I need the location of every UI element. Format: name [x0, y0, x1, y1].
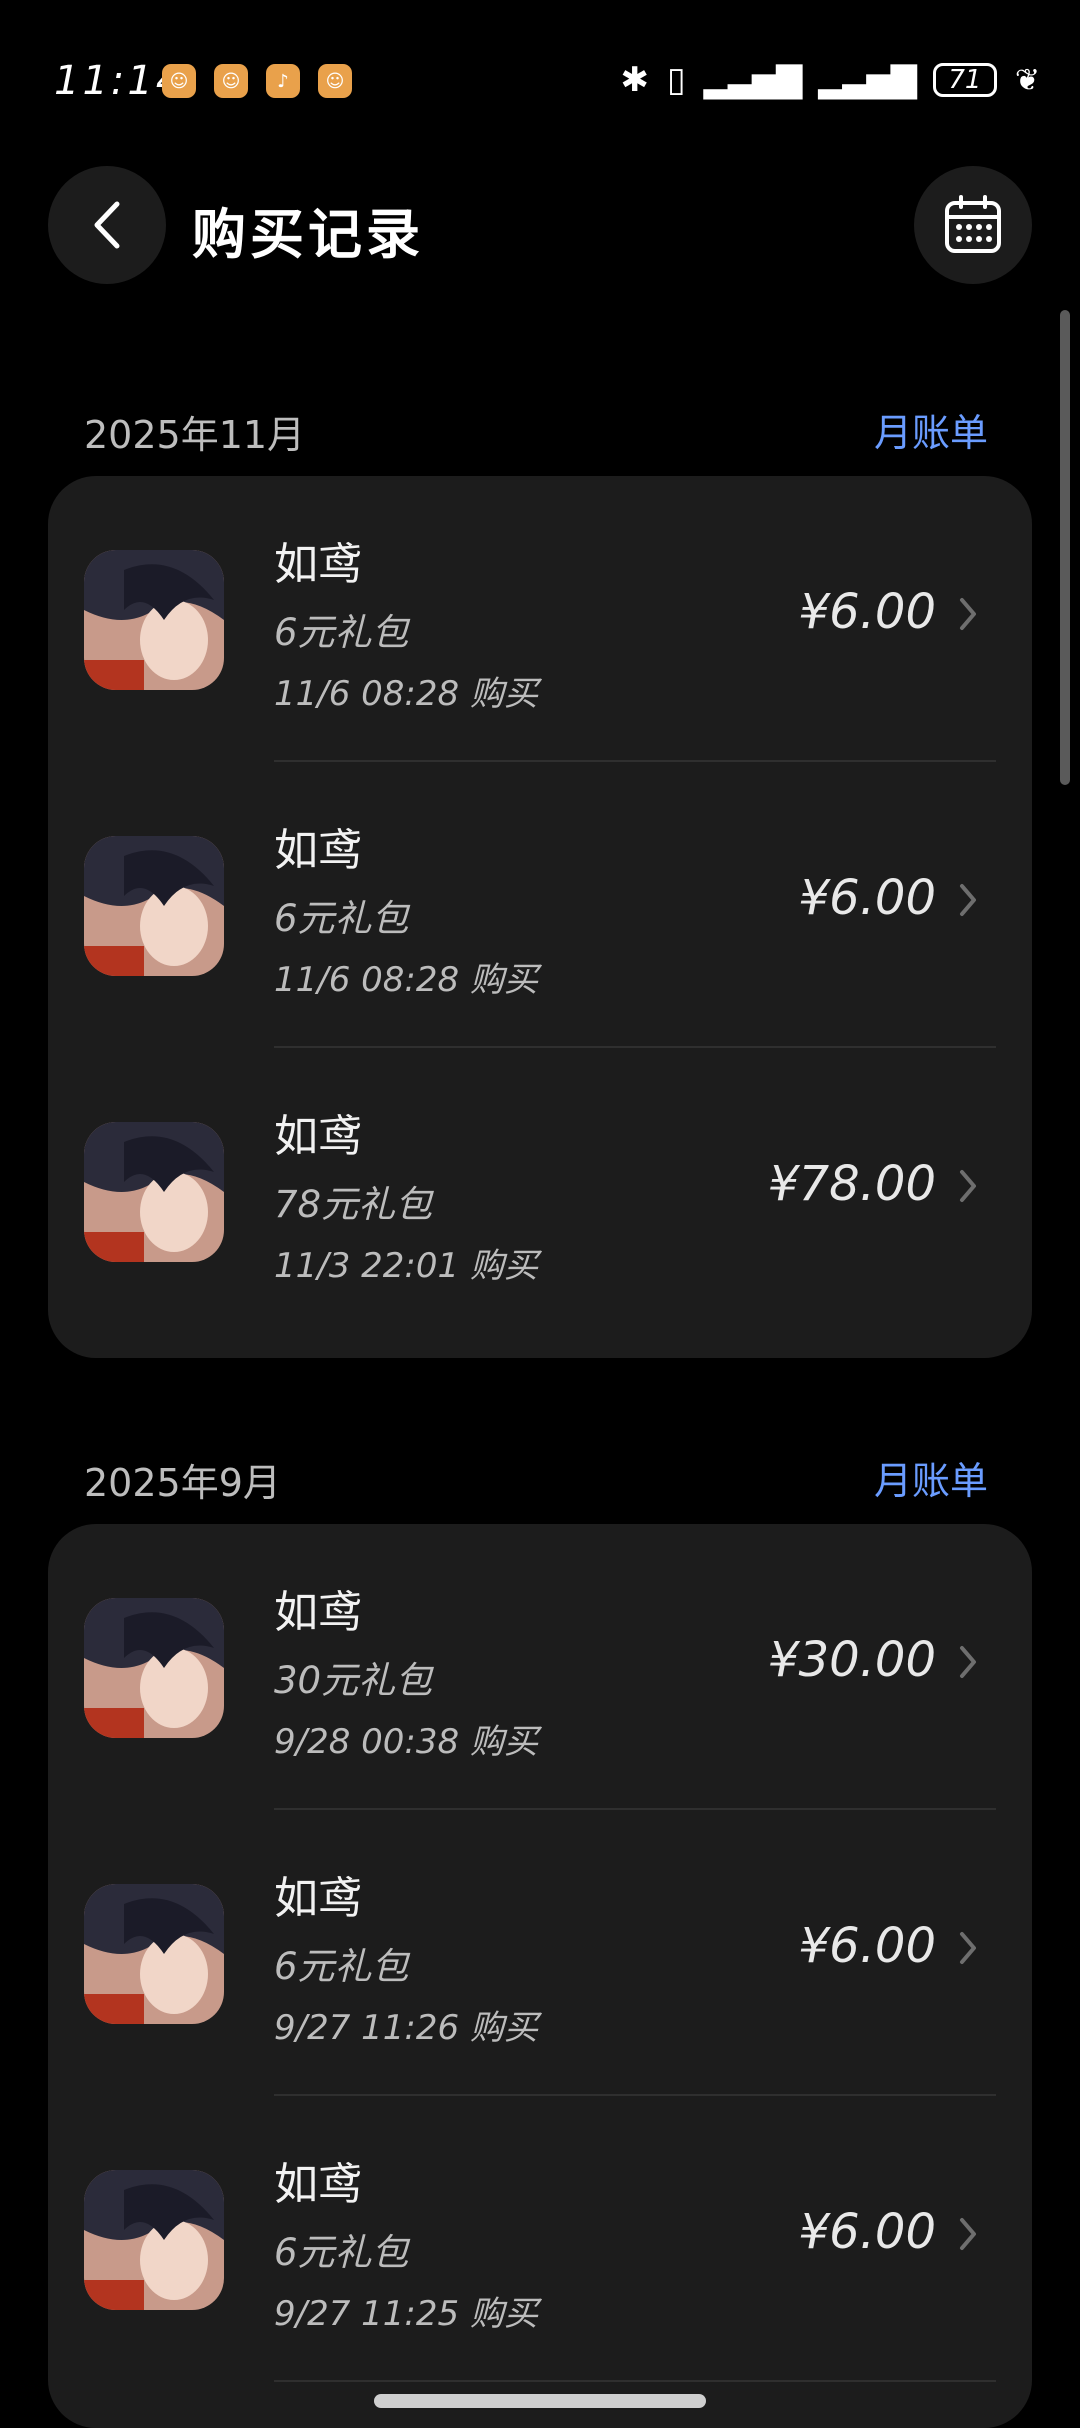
month-label: 2025年9月 — [84, 1461, 281, 1505]
month-header: 2025年11月 月账单 — [0, 398, 1080, 458]
purchase-card: 如鸢 6元礼包 11/6 08:28 购买 ¥6.00 如鸢 6元礼包 11/6… — [48, 476, 1032, 1358]
back-button[interactable] — [48, 166, 166, 284]
item-title: 如鸢 — [274, 2159, 362, 2210]
chevron-left-icon — [94, 201, 120, 249]
status-bar: 11:14 ☺ ☺ ♪ ☺ ✱ ▯ ▂▃▅▇ ▂▃▅▇ 71 ❦ — [0, 0, 1080, 170]
item-subtitle: 6元礼包 — [274, 897, 409, 940]
item-time: 11/6 08:28 购买 — [274, 674, 538, 714]
item-price: ¥6.00 — [798, 584, 936, 640]
purchase-row[interactable]: 如鸢 30元礼包 9/28 00:38 购买 ¥30.00 — [48, 1524, 1032, 1810]
item-price: ¥6.00 — [798, 870, 936, 926]
purchase-row[interactable]: 如鸢 6元礼包 9/27 11:26 购买 ¥6.00 — [48, 1810, 1032, 2096]
item-title: 如鸢 — [274, 1111, 362, 1162]
divider — [274, 2380, 996, 2382]
signal-icon: ▂▃▅▇ — [703, 60, 803, 100]
month-label: 2025年11月 — [84, 413, 306, 457]
signal-icon: ▂▃▅▇ — [818, 60, 917, 100]
leaf-icon: ❦ — [1014, 62, 1040, 98]
chevron-right-icon — [960, 598, 976, 630]
chevron-right-icon — [960, 2218, 976, 2250]
item-price: ¥78.00 — [768, 1156, 936, 1212]
item-title: 如鸢 — [274, 1873, 362, 1924]
calendar-icon — [945, 195, 1001, 253]
purchase-row[interactable]: 如鸢 6元礼包 9/27 11:25 购买 ¥6.00 — [48, 2096, 1032, 2382]
item-title: 如鸢 — [274, 539, 362, 590]
notification-icon: ☺ — [214, 64, 248, 98]
item-subtitle: 6元礼包 — [274, 2231, 409, 2274]
purchase-row[interactable]: 如鸢 6元礼包 11/6 08:28 购买 ¥6.00 — [48, 762, 1032, 1048]
calendar-button[interactable] — [914, 166, 1032, 284]
purchase-card: 如鸢 30元礼包 9/28 00:38 购买 ¥30.00 如鸢 6元礼包 9/… — [48, 1524, 1032, 2428]
page-title: 购买记录 — [192, 203, 424, 266]
vibrate-icon: ▯ — [666, 60, 686, 100]
bluetooth-icon: ✱ — [620, 60, 649, 100]
item-subtitle: 78元礼包 — [274, 1183, 433, 1226]
item-price: ¥30.00 — [768, 1632, 936, 1688]
game-app-icon — [84, 1598, 224, 1738]
battery-icon: 71 — [932, 63, 997, 97]
item-time: 9/28 00:38 购买 — [274, 1722, 538, 1762]
item-price: ¥6.00 — [798, 1918, 936, 1974]
item-subtitle: 6元礼包 — [274, 611, 409, 654]
game-app-icon — [84, 550, 224, 690]
item-time: 9/27 11:25 购买 — [274, 2294, 538, 2334]
home-indicator[interactable] — [374, 2394, 706, 2408]
notification-icon: ☺ — [318, 64, 352, 98]
item-subtitle: 30元礼包 — [274, 1659, 433, 1702]
month-header: 2025年9月 月账单 — [0, 1446, 1080, 1506]
chevron-right-icon — [960, 1932, 976, 1964]
item-subtitle: 6元礼包 — [274, 1945, 409, 1988]
purchase-row[interactable]: 如鸢 78元礼包 11/3 22:01 购买 ¥78.00 — [48, 1048, 1032, 1334]
monthly-bill-link[interactable]: 月账单 — [874, 1450, 988, 1505]
battery-level: 71 — [948, 65, 982, 95]
tiktok-icon: ♪ — [266, 64, 300, 98]
chevron-right-icon — [960, 1170, 976, 1202]
chevron-right-icon — [960, 884, 976, 916]
chevron-right-icon — [960, 1646, 976, 1678]
item-title: 如鸢 — [274, 825, 362, 876]
purchase-row[interactable]: 如鸢 6元礼包 11/6 08:28 购买 ¥6.00 — [48, 476, 1032, 762]
game-app-icon — [84, 836, 224, 976]
item-title: 如鸢 — [274, 1587, 362, 1638]
item-time: 11/6 08:28 购买 — [274, 960, 538, 1000]
notification-icon: ☺ — [162, 64, 196, 98]
game-app-icon — [84, 1884, 224, 2024]
item-time: 11/3 22:01 购买 — [274, 1246, 538, 1286]
item-time: 9/27 11:26 购买 — [274, 2008, 538, 2048]
monthly-bill-link[interactable]: 月账单 — [874, 402, 988, 457]
game-app-icon — [84, 1122, 224, 1262]
page-header: 购买记录 — [0, 160, 1080, 290]
scrollbar[interactable] — [1060, 310, 1070, 785]
game-app-icon — [84, 2170, 224, 2310]
item-price: ¥6.00 — [798, 2204, 936, 2260]
